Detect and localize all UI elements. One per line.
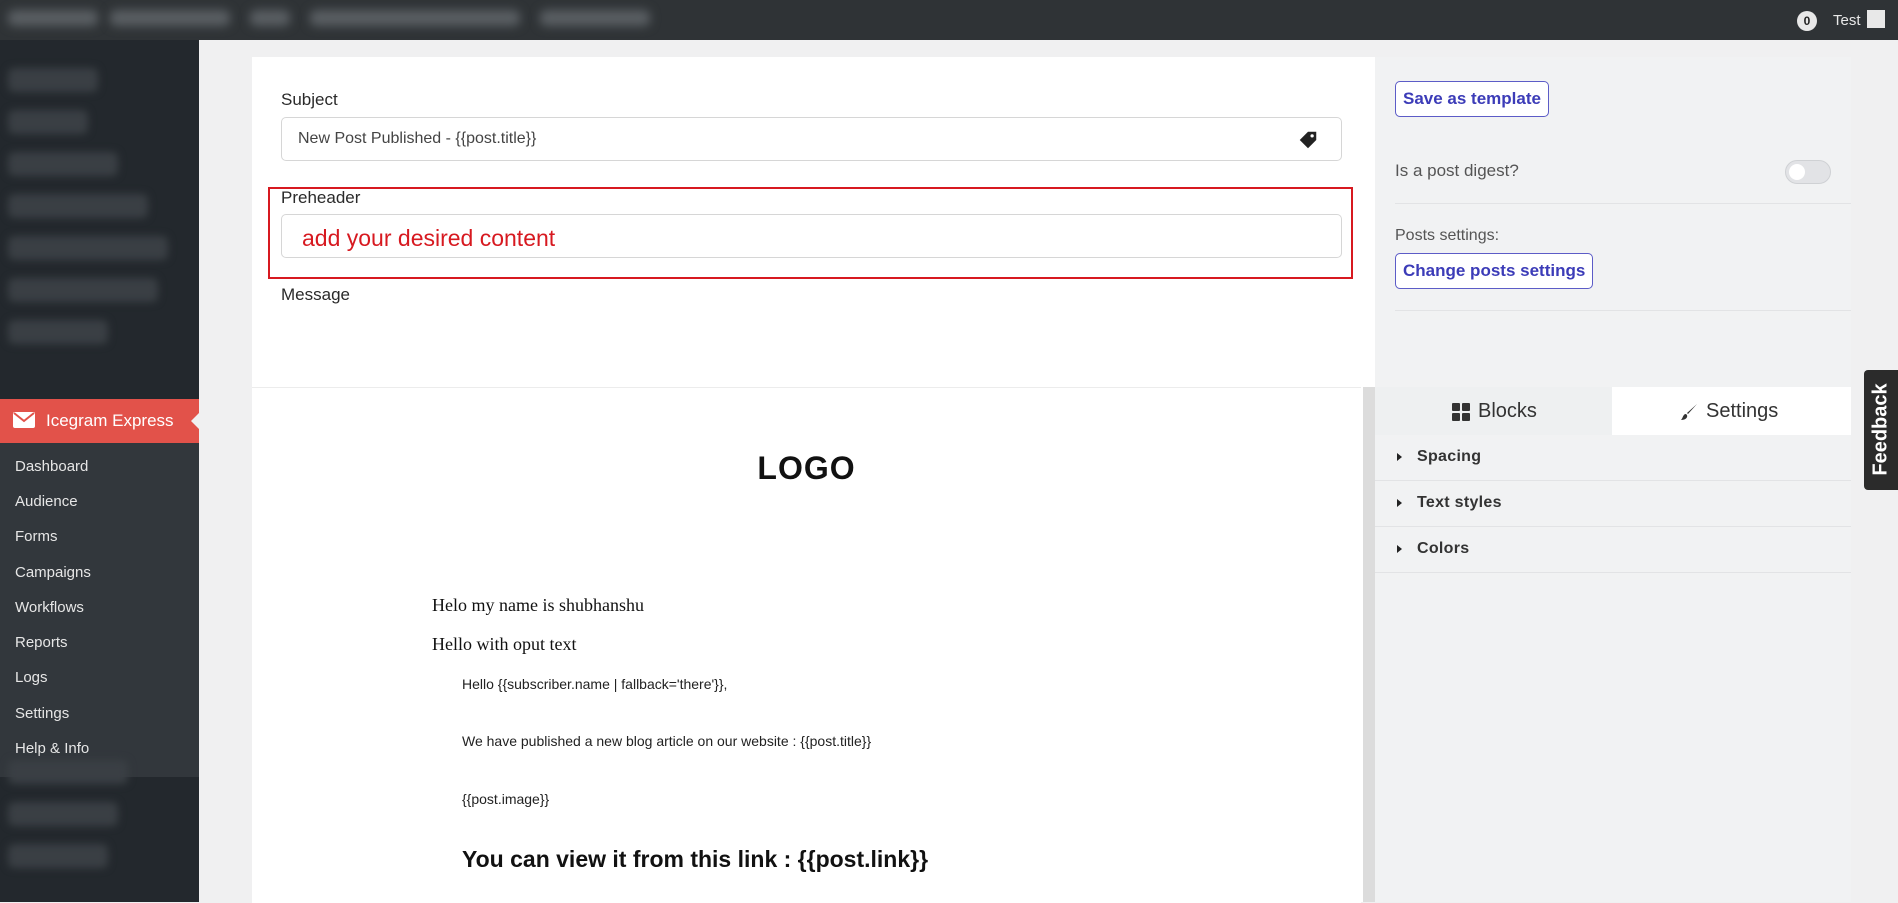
colors-section[interactable]: Colors [1375, 527, 1851, 573]
text-block[interactable]: Hello with oput text [432, 634, 576, 655]
tab-settings[interactable]: Settings [1612, 387, 1851, 435]
sidebar-item-icegram-express[interactable]: Icegram Express [0, 399, 200, 443]
caret-right-icon [1397, 499, 1402, 507]
tag-icon[interactable] [1297, 129, 1319, 151]
canvas-scrollbar[interactable] [1363, 387, 1375, 902]
paintbrush-icon [1681, 403, 1697, 420]
submenu-workflows[interactable]: Workflows [15, 599, 84, 616]
icegram-submenu: Dashboard Audience Forms Campaigns Workf… [0, 443, 199, 777]
greeting-text[interactable]: Hello {{subscriber.name | fallback='ther… [462, 676, 727, 692]
message-label: Message [281, 285, 350, 304]
tab-blocks[interactable]: Blocks [1375, 387, 1612, 435]
submenu-forms[interactable]: Forms [15, 528, 58, 545]
blurred-menu-item [8, 802, 118, 826]
text-styles-section[interactable]: Text styles [1375, 481, 1851, 527]
notification-count-badge[interactable]: 0 [1797, 11, 1817, 31]
blurred-admin-menu [540, 10, 650, 26]
feedback-tab[interactable]: Feedback [1864, 370, 1898, 490]
submenu-help-info[interactable]: Help & Info [15, 740, 89, 757]
post-digest-label: Is a post digest? [1395, 161, 1519, 180]
text-block[interactable]: Helo my name is shubhanshu [432, 595, 644, 616]
blurred-menu-item [8, 320, 108, 344]
blurred-menu-item [8, 68, 98, 92]
blurred-menu-item [8, 152, 118, 176]
submenu-settings[interactable]: Settings [15, 705, 69, 722]
submenu-dashboard[interactable]: Dashboard [15, 458, 88, 475]
submenu-logs[interactable]: Logs [15, 669, 48, 686]
submenu-audience[interactable]: Audience [15, 493, 78, 510]
post-digest-toggle[interactable] [1785, 160, 1831, 184]
submenu-campaigns[interactable]: Campaigns [15, 564, 91, 581]
blurred-menu-item [8, 760, 128, 784]
admin-bar: 0 Test [0, 0, 1898, 40]
blurred-menu-item [8, 110, 88, 134]
preheader-input[interactable]: add your desired content [281, 214, 1342, 258]
user-name[interactable]: Test [1833, 12, 1861, 29]
submenu-reports[interactable]: Reports [15, 634, 68, 651]
divider [1395, 310, 1851, 311]
blurred-admin-menu [8, 10, 98, 26]
feedback-label: Feedback [1869, 383, 1892, 476]
blurred-menu-item [8, 194, 148, 218]
sidebar-item-label: Icegram Express [46, 411, 174, 430]
post-image-placeholder[interactable]: {{post.image}} [462, 791, 549, 807]
blurred-admin-menu [310, 10, 520, 26]
toggle-knob [1789, 164, 1805, 180]
section-label: Text styles [1417, 494, 1502, 511]
tab-blocks-label: Blocks [1478, 400, 1537, 422]
email-canvas[interactable]: LOGO Helo my name is shubhanshu Hello wi… [252, 387, 1361, 903]
avatar[interactable] [1867, 10, 1885, 28]
caret-right-icon [1397, 453, 1402, 461]
save-as-template-button[interactable]: Save as template [1395, 81, 1549, 117]
caret-right-icon [1397, 545, 1402, 553]
admin-sidebar: Icegram Express Dashboard Audience Forms… [0, 40, 200, 902]
subject-input[interactable]: New Post Published - {{post.title}} [281, 117, 1342, 161]
tab-settings-label: Settings [1706, 400, 1779, 422]
section-label: Spacing [1417, 448, 1482, 465]
change-posts-settings-button[interactable]: Change posts settings [1395, 253, 1594, 289]
blurred-menu-item [8, 236, 168, 260]
mail-icon [13, 412, 35, 428]
blurred-menu-item [8, 844, 108, 868]
preheader-value: add your desired content [302, 225, 556, 251]
subject-label: Subject [281, 90, 338, 109]
blurred-menu-item [8, 278, 158, 302]
blurred-admin-menu [250, 10, 290, 26]
announcement-text[interactable]: We have published a new blog article on … [462, 733, 871, 749]
divider [1395, 203, 1851, 204]
editor-side-panel: Save as template Is a post digest? Posts… [1375, 57, 1851, 902]
section-label: Colors [1417, 540, 1470, 557]
active-indicator [191, 412, 200, 430]
campaign-editor-card: Subject New Post Published - {{post.titl… [252, 57, 1375, 903]
blocks-grid-icon [1452, 402, 1470, 421]
blurred-admin-menu [110, 10, 230, 26]
posts-settings-label: Posts settings: [1395, 227, 1500, 244]
preheader-label: Preheader [281, 188, 361, 207]
subject-value: New Post Published - {{post.title}} [298, 130, 537, 147]
post-link-heading[interactable]: You can view it from this link : {{post.… [462, 846, 928, 873]
spacing-section[interactable]: Spacing [1375, 435, 1851, 481]
logo-block[interactable]: LOGO [252, 450, 1361, 487]
